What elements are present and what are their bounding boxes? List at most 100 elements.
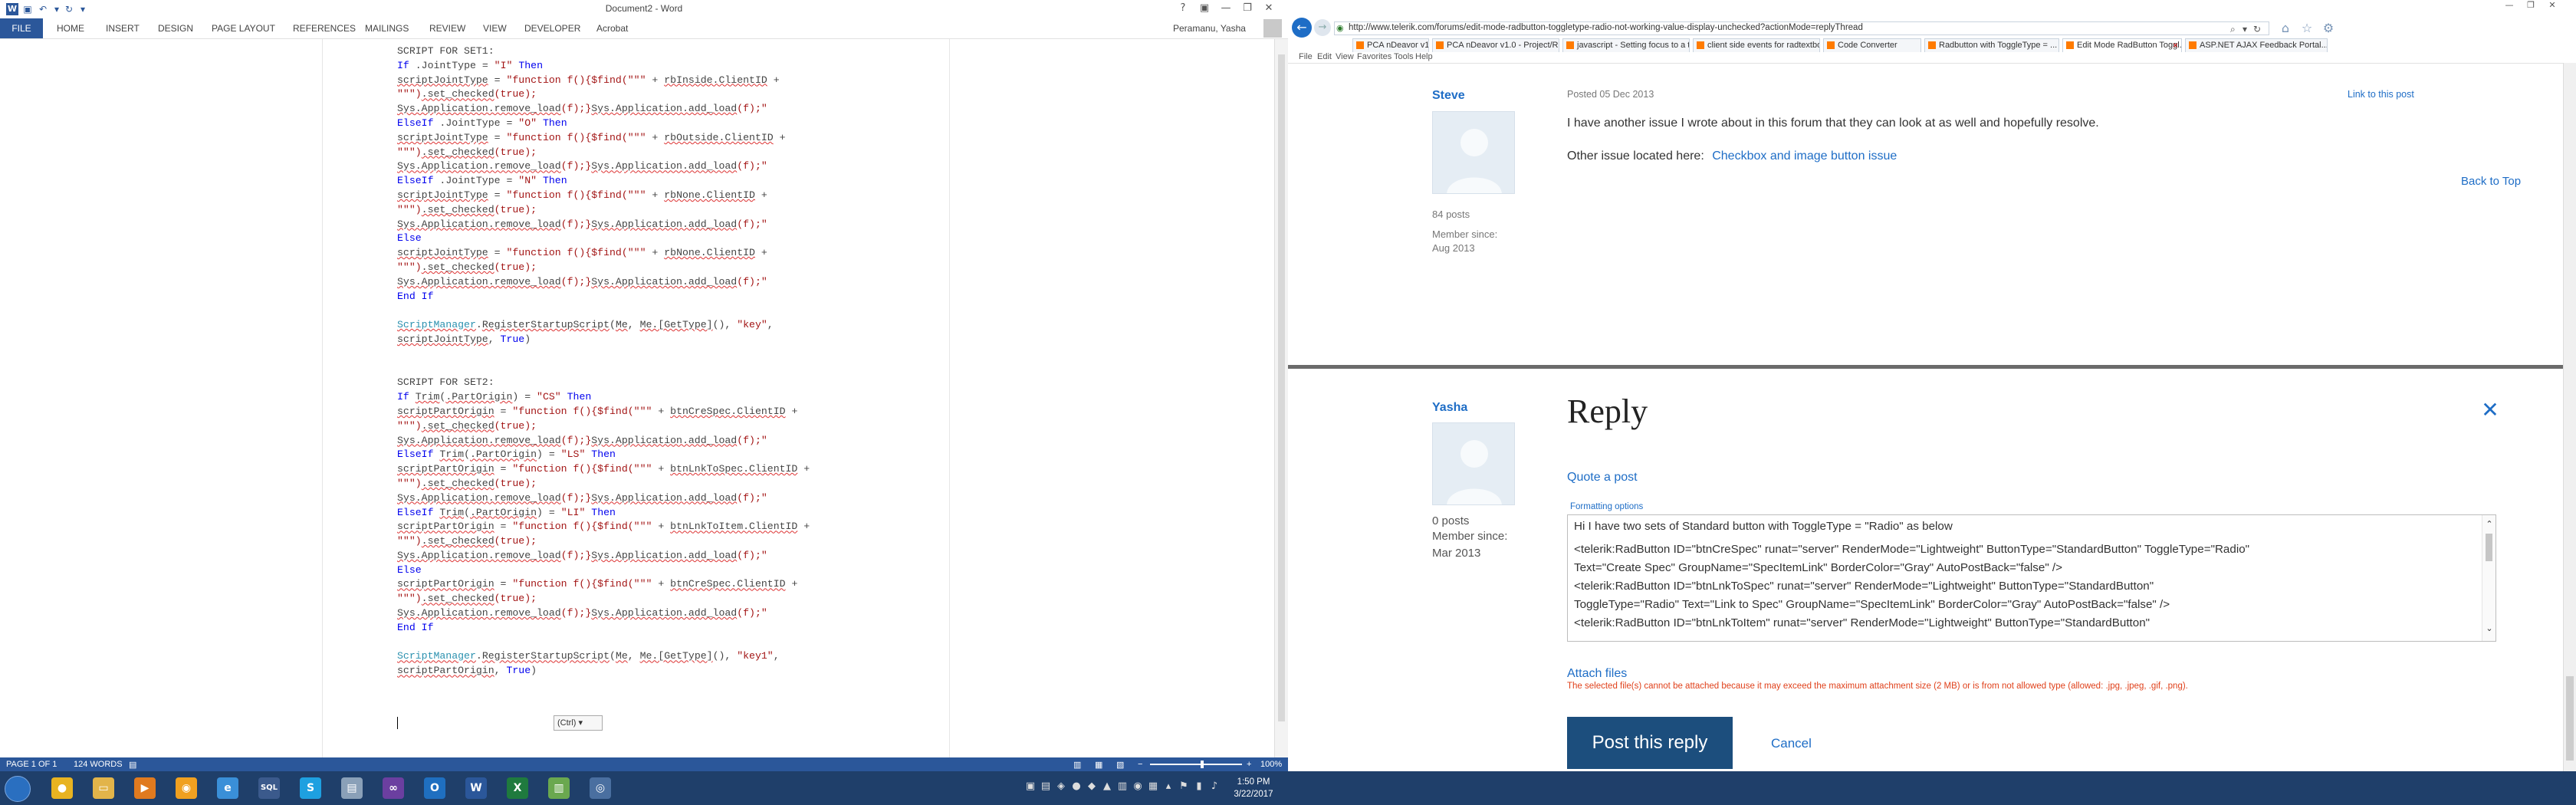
browser-restore-icon[interactable]: ❐ [2522,0,2539,11]
url-text[interactable]: http://www.telerik.com/forums/edit-mode-… [1349,23,1863,32]
clock-time[interactable]: 1:50 PM [1227,777,1280,787]
browser-tab[interactable]: javascript - Setting focus to a t... [1562,38,1690,52]
taskbar-app-button[interactable]: SQL [250,774,288,802]
help-icon[interactable]: ? [1175,2,1191,15]
menu-favorites[interactable]: Favorites [1357,52,1392,61]
post-reply-button[interactable]: Post this reply [1567,717,1733,769]
tray-app-icon[interactable]: ▲ [1101,780,1113,793]
taskbar-app-button[interactable]: X [498,774,537,802]
post-author-avatar[interactable] [1432,111,1515,194]
cancel-link[interactable]: Cancel [1771,736,1812,751]
browser-tab[interactable]: PCA nDeavor v1.0 - Project/Re... [1432,38,1559,52]
document-scrollbar[interactable] [1274,39,1288,758]
close-icon[interactable]: ✕ [2481,399,2499,421]
reply-scrollbar[interactable]: ⌃ ⌄ [2482,515,2496,641]
menu-file[interactable]: File [1299,52,1313,61]
page-scrollbar[interactable] [2563,63,2576,771]
zoom-slider-thumb[interactable] [1201,761,1204,768]
taskbar-app-button[interactable]: ◉ [167,774,205,802]
tab-developer[interactable]: DEVELOPER [524,23,580,34]
chevron-down-icon[interactable]: ⌄ [2485,624,2494,633]
taskbar-app-button[interactable]: ▭ [84,774,123,802]
back-to-top-link[interactable]: Back to Top [2461,175,2521,188]
page-scroll-thumb[interactable] [2566,676,2574,761]
tray-app-icon[interactable]: ◉ [1132,780,1144,793]
tab-insert[interactable]: INSERT [106,23,140,34]
volume-icon[interactable]: ♪ [1208,780,1221,793]
link-to-post[interactable]: Link to this post [2348,89,2414,100]
refresh-icon[interactable]: ↻ [2253,24,2261,34]
paste-options-button[interactable]: (Ctrl) ▾ [554,715,603,731]
home-icon[interactable]: ⌂ [2277,20,2294,37]
tab-review[interactable]: REVIEW [429,23,465,34]
browser-close-icon[interactable]: ✕ [2544,0,2561,11]
browser-tab[interactable]: Edit Mode RadButton Toggl... × [2062,38,2182,52]
tray-app-icon[interactable]: ◆ [1086,780,1098,793]
zoom-in-icon[interactable]: + [1247,760,1251,769]
browser-tab[interactable]: Code Converter [1823,38,1921,52]
reply-author[interactable]: Yasha [1432,401,1467,415]
taskbar-app-button[interactable]: ▤ [333,774,371,802]
zoom-level[interactable]: 100% [1260,760,1282,769]
page-count[interactable]: PAGE 1 OF 1 [6,760,57,769]
settings-gear-icon[interactable]: ⚙ [2320,20,2337,37]
search-dropdown-icon[interactable]: ▾ [2242,24,2247,34]
taskbar-app-button[interactable]: ▶ [126,774,164,802]
browser-tab[interactable]: Radbutton with ToggleType = ... [1924,38,2059,52]
browser-tab[interactable]: client side events for radtextbo... [1693,38,1820,52]
menu-edit[interactable]: Edit [1317,52,1332,61]
close-tab-icon[interactable]: × [2173,39,2178,51]
document-code-text[interactable]: SCRIPT FOR SET1: If .JointType = "I" Then… [397,44,934,678]
browser-tab[interactable]: PCA nDeavor v1.0 [1352,38,1429,52]
favorites-star-icon[interactable]: ☆ [2298,20,2315,37]
quote-post-link[interactable]: Quote a post [1567,471,1638,485]
forward-button[interactable]: → [1314,19,1331,36]
zoom-slider[interactable] [1150,764,1242,765]
tab-mailings[interactable]: MAILINGS [365,23,409,34]
tab-page-layout[interactable]: PAGE LAYOUT [212,23,275,34]
tray-app-icon[interactable]: ▤ [1040,780,1052,793]
menu-view[interactable]: View [1336,52,1354,61]
show-hidden-icons[interactable]: ▴ [1162,780,1175,793]
post-author[interactable]: Steve [1432,89,1465,103]
taskbar-app-button[interactable]: O [416,774,454,802]
word-count[interactable]: 124 WORDS [74,760,123,769]
tab-design[interactable]: DESIGN [158,23,193,34]
address-bar[interactable]: ◉ http://www.telerik.com/forums/edit-mod… [1334,21,2269,35]
restore-icon[interactable]: ❐ [1239,2,1256,15]
taskbar-app-button[interactable]: ◎ [581,774,619,802]
tray-app-icon[interactable]: ▥ [1116,780,1129,793]
tab-file[interactable]: FILE [0,18,43,38]
flag-icon[interactable]: ⚑ [1178,780,1190,793]
taskbar-app-button[interactable]: e [209,774,247,802]
attach-files-link[interactable]: Attach files [1567,667,1627,681]
back-button[interactable]: ← [1292,18,1312,38]
taskbar-app-button[interactable]: ▥ [540,774,578,802]
chevron-up-icon[interactable]: ⌃ [2485,520,2494,529]
reply-author-avatar[interactable] [1432,422,1515,505]
signed-in-user[interactable]: Peramanu, Yasha [1173,23,1246,34]
menu-help[interactable]: Help [1415,52,1433,61]
taskbar-app-button[interactable]: S [291,774,330,802]
reply-textarea[interactable]: Hi I have two sets of Standard button wi… [1567,514,2496,642]
close-icon[interactable]: ✕ [1260,2,1277,15]
print-layout-icon[interactable]: ▦ [1095,760,1102,770]
clock-date[interactable]: 3/22/2017 [1227,790,1280,799]
browser-tab[interactable]: ASP.NET AJAX Feedback Portal... [2185,38,2328,52]
minimize-icon[interactable]: — [1217,2,1234,15]
tray-app-icon[interactable]: ▣ [1024,780,1037,793]
taskbar-app-button[interactable]: ∞ [374,774,412,802]
tab-acrobat[interactable]: Acrobat [596,23,628,34]
browser-minimize-icon[interactable]: — [2501,0,2518,11]
other-issue-link[interactable]: Checkbox and image button issue [1712,150,1897,163]
tab-view[interactable]: VIEW [483,23,507,34]
tray-app-icon[interactable]: ◈ [1055,780,1067,793]
menu-tools[interactable]: Tools [1394,52,1414,61]
taskbar-app-button[interactable]: W [457,774,495,802]
scroll-thumb[interactable] [1278,54,1285,721]
network-icon[interactable]: ▮ [1193,780,1205,793]
taskbar-app-button[interactable]: ● [43,774,81,802]
start-button[interactable] [5,776,31,802]
tab-home[interactable]: HOME [57,23,84,34]
tray-app-icon[interactable]: ● [1070,780,1083,793]
